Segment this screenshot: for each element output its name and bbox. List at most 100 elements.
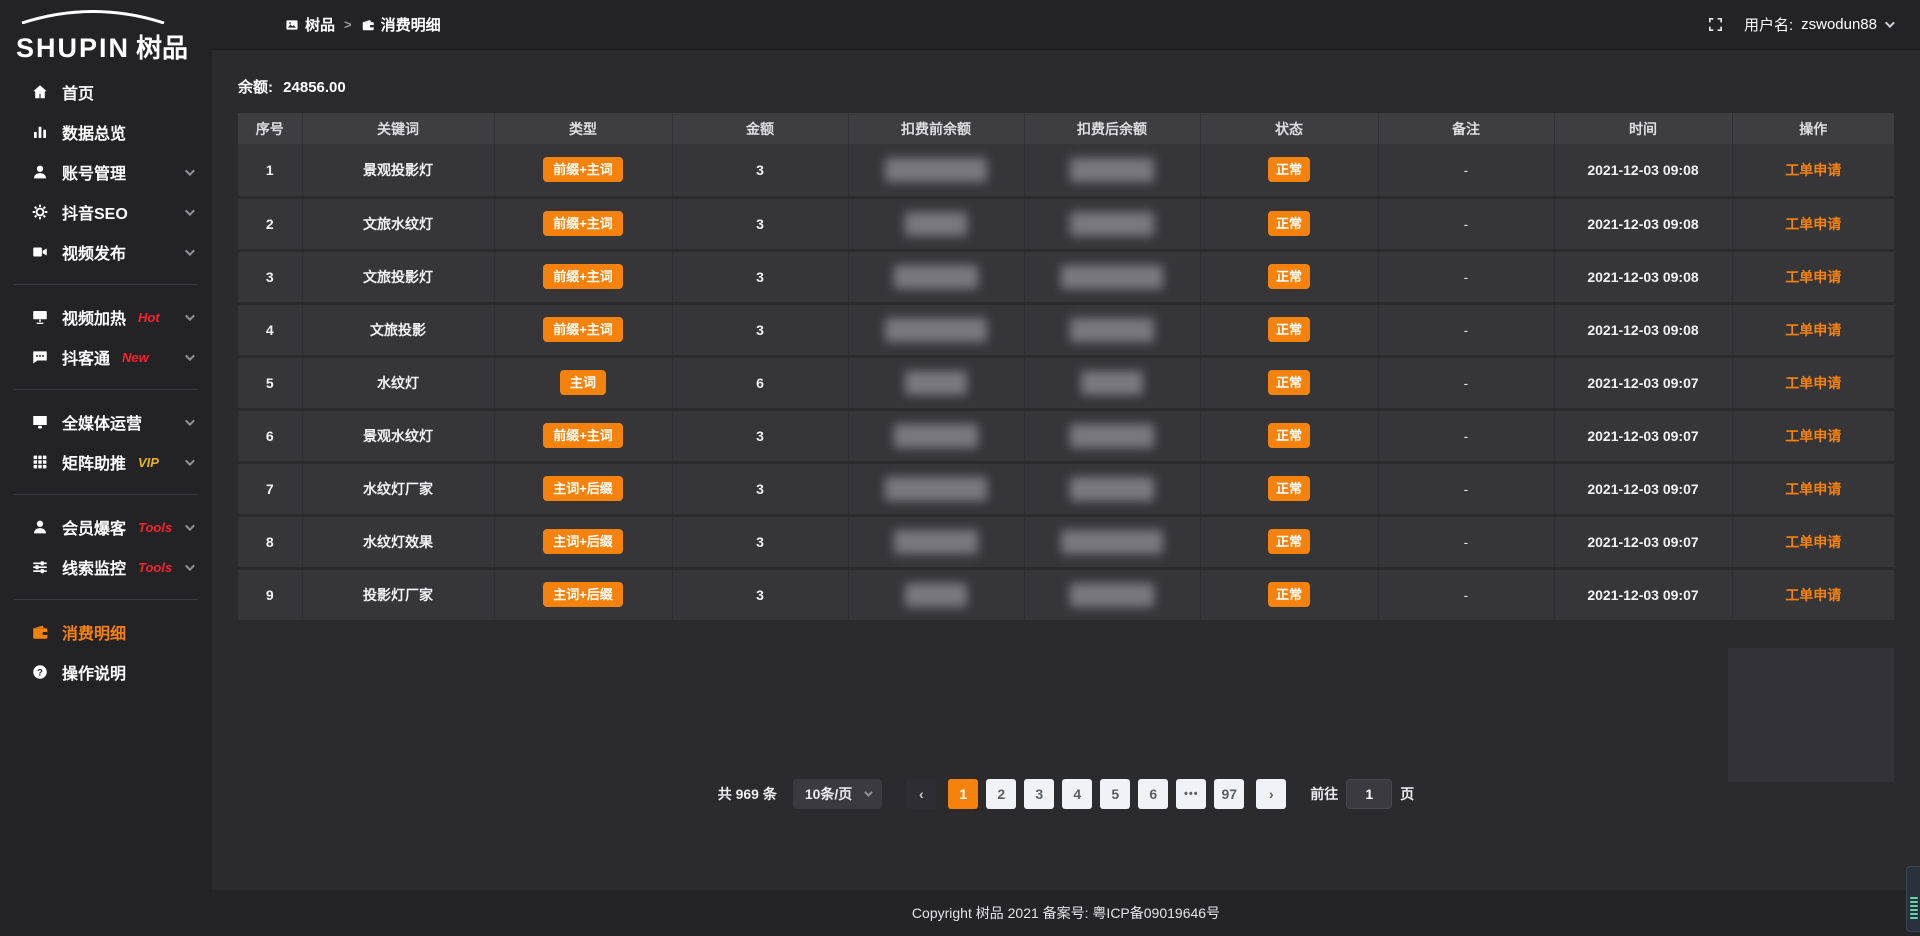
col-header-keyword: 关键词 [302,113,494,144]
cell-time: 2021-12-03 09:08 [1554,303,1732,356]
page-button-4[interactable]: 4 [1062,779,1092,809]
sidebar-item-douyin-seo[interactable]: 抖音SEO [0,192,212,232]
cell-type: 主词+后缀 [494,568,672,621]
sidebar-item-label: 数据总览 [62,120,126,144]
sidebar-item-data-overview[interactable]: 数据总览 [0,112,212,152]
redacted-balance [894,424,978,448]
col-header-action: 操作 [1732,113,1894,144]
work-order-link[interactable]: 工单申请 [1785,269,1841,285]
chevron-down-icon [185,413,192,431]
col-header-type: 类型 [494,113,672,144]
cell-no: 2 [238,197,302,250]
table-row: 4 文旅投影 前缀+主词 3 正常 - 2021-12-03 09:08 工单申… [238,303,1894,356]
more-pages-button[interactable]: ••• [1176,779,1206,809]
page-button-3[interactable]: 3 [1024,779,1054,809]
divider [14,494,198,495]
work-order-link[interactable]: 工单申请 [1785,216,1841,232]
user-menu[interactable]: 用户名: zswodun88 [1744,14,1892,35]
work-order-link[interactable]: 工单申请 [1785,162,1841,178]
chat-bubble-icon [30,347,50,367]
cell-keyword: 文旅投影灯 [302,250,494,303]
content-area: 余额: 24856.00 序号 关键词 类型 金额 [212,50,1920,890]
chevron-down-icon [185,203,192,221]
topbar-right: 用户名: zswodun88 [1707,14,1892,35]
pagination: 共 969 条 10条/页 ‹ 1 2 3 4 5 6 ••• 97 › 前往 … [238,779,1894,809]
sidebar-item-video-publish[interactable]: 视频发布 [0,232,212,272]
username-value: zswodun88 [1801,16,1877,33]
breadcrumb-home[interactable]: 树品 [285,14,335,35]
work-order-link[interactable]: 工单申请 [1785,322,1841,338]
col-header-balance-before: 扣费前余额 [848,113,1024,144]
sliders-icon [30,557,50,577]
cell-no: 9 [238,568,302,621]
cell-status: 正常 [1200,515,1378,568]
table-row: 8 水纹灯效果 主词+后缀 3 正常 - 2021-12-03 09:07 工单… [238,515,1894,568]
copyright-text: Copyright 树品 2021 备案号: 粤ICP备09019646号 [912,903,1220,923]
col-header-time: 时间 [1554,113,1732,144]
sidebar-item-video-heat[interactable]: 视频加热 Hot [0,297,212,337]
wallet-icon [30,622,50,642]
work-order-link[interactable]: 工单申请 [1785,375,1841,391]
redacted-balance [1070,158,1154,182]
redacted-balance [905,212,967,236]
widget-stripe [1910,897,1918,899]
work-order-link[interactable]: 工单申请 [1785,587,1841,603]
signboard-icon [30,307,50,327]
vip-badge: VIP [138,455,159,470]
sidebar-item-label: 视频加热 [62,305,126,329]
sidebar-item-label: 抖客通 [62,345,110,369]
fullscreen-button[interactable] [1707,16,1724,33]
grid-icon [30,452,50,472]
widget-stripe [1910,913,1918,915]
sidebar-item-all-media[interactable]: 全媒体运营 [0,402,212,442]
per-page-value: 10条/页 [805,784,852,804]
sidebar-item-label: 账号管理 [62,160,126,184]
type-badge: 前缀+主词 [543,157,623,182]
cell-balance-after [1024,144,1200,197]
sidebar-item-instructions[interactable]: ? 操作说明 [0,652,212,692]
page-button-5[interactable]: 5 [1100,779,1130,809]
sidebar-item-account-management[interactable]: 账号管理 [0,152,212,192]
prev-page-button[interactable]: ‹ [906,779,936,809]
logo-arc [18,10,168,24]
page-button-97[interactable]: 97 [1214,779,1244,809]
page-button-6[interactable]: 6 [1138,779,1168,809]
sidebar-item-douketong[interactable]: 抖客通 New [0,337,212,377]
sidebar-item-member-baoke[interactable]: 会员爆客 Tools [0,507,212,547]
work-order-link[interactable]: 工单申请 [1785,481,1841,497]
work-order-link[interactable]: 工单申请 [1785,534,1841,550]
sidebar-item-matrix-boost[interactable]: 矩阵助推 VIP [0,442,212,482]
sidebar-nav: 首页 数据总览 账号管理 [0,72,212,692]
sidebar-item-home[interactable]: 首页 [0,72,212,112]
sidebar-item-label: 抖音SEO [62,200,128,224]
new-badge: New [122,350,149,365]
page-button-1[interactable]: 1 [948,779,978,809]
cell-time: 2021-12-03 09:07 [1554,515,1732,568]
app-logo[interactable]: SHUPIN 树品 [0,8,212,60]
username-label: 用户名: [1744,14,1793,35]
sidebar: SHUPIN 树品 首页 数据总览 账号管理 [0,0,212,936]
work-order-link[interactable]: 工单申请 [1785,428,1841,444]
per-page-select[interactable]: 10条/页 [793,779,882,809]
cell-amount: 3 [672,462,848,515]
cell-keyword: 景观水纹灯 [302,409,494,462]
next-page-button[interactable]: › [1256,779,1286,809]
sidebar-item-clue-monitor[interactable]: 线索监控 Tools [0,547,212,587]
redacted-balance [1061,530,1163,554]
breadcrumb-current[interactable]: 消费明细 [361,14,441,35]
cell-amount: 3 [672,144,848,197]
user-icon [30,162,50,182]
cell-balance-before [848,144,1024,197]
type-badge: 主词+后缀 [543,529,623,554]
status-badge: 正常 [1268,582,1310,607]
cell-amount: 3 [672,515,848,568]
sidebar-item-consumption-detail[interactable]: 消费明细 [0,612,212,652]
goto-page-input[interactable] [1346,779,1392,809]
cell-no: 6 [238,409,302,462]
cell-keyword: 水纹灯 [302,356,494,409]
page-button-2[interactable]: 2 [986,779,1016,809]
cell-action: 工单申请 [1732,303,1894,356]
cell-type: 前缀+主词 [494,409,672,462]
cell-type: 前缀+主词 [494,197,672,250]
floating-widget[interactable] [1906,866,1920,932]
